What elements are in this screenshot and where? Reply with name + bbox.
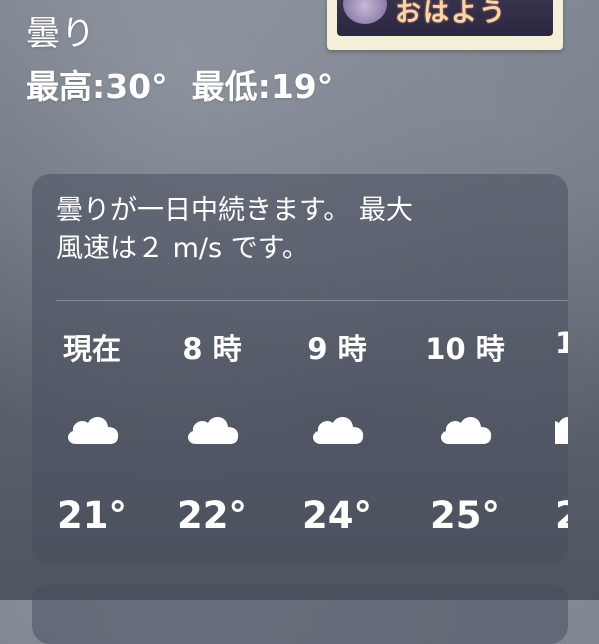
hour-temperature: 25° <box>430 494 500 537</box>
hour-item: 9 時 24° <box>287 326 387 556</box>
hour-item: 現在 21° <box>42 326 142 556</box>
hour-label: 1 <box>555 326 568 360</box>
divider <box>56 300 568 301</box>
hour-label: 10 時 <box>425 332 505 366</box>
hourly-forecast-card[interactable]: 曇りが一日中続きます。 最大 風速は２ m/s です。 現在 21° 8 時 2… <box>32 174 568 566</box>
hour-item: 8 時 22° <box>162 326 262 556</box>
forecast-summary-line: 風速は２ m/s です。 <box>56 233 309 264</box>
sticker-image: おはよう <box>327 0 563 50</box>
next-forecast-card[interactable] <box>32 584 568 644</box>
current-condition: 曇り <box>26 14 96 54</box>
hour-label: 現在 <box>62 332 121 366</box>
hour-item: 10 時 25° <box>415 326 515 556</box>
hour-item-partial: 1 2 <box>555 326 568 556</box>
cloud-icon <box>312 417 364 444</box>
hour-temperature: 2 <box>555 494 568 537</box>
temperature-range: 最高:30° 最低:19° <box>26 60 333 108</box>
cloud-icon <box>555 417 568 444</box>
sticker-character <box>343 0 387 24</box>
hour-label: 8 時 <box>182 332 242 366</box>
forecast-summary-line: 曇りが一日中続きます。 最大 <box>56 195 413 226</box>
sticker-text: おはよう <box>395 0 508 28</box>
forecast-summary: 曇りが一日中続きます。 最大 風速は２ m/s です。 <box>56 192 546 268</box>
hour-temperature: 21° <box>57 494 127 537</box>
cloud-icon <box>67 417 119 444</box>
hour-label: 9 時 <box>307 332 367 366</box>
hour-temperature: 24° <box>302 494 372 537</box>
hour-temperature: 22° <box>177 494 247 537</box>
low-temperature: 最低:19° <box>191 67 334 106</box>
high-temperature: 最高:30° <box>26 67 168 106</box>
cloud-icon <box>187 417 239 444</box>
cloud-icon <box>440 417 492 444</box>
